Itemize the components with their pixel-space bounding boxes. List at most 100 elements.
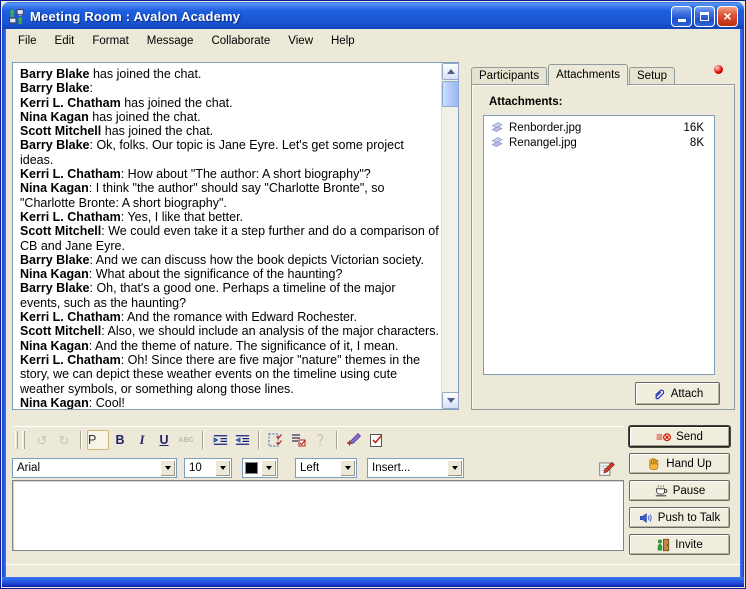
alignment-select[interactable]: Left [295,458,357,478]
italic-button[interactable]: I [131,430,153,450]
message-input[interactable] [12,480,624,551]
scroll-up-button[interactable] [442,63,459,80]
person-door-icon [656,538,670,552]
chat-sender: Nina Kagan [20,267,89,281]
tab[interactable]: Participants [471,67,547,85]
list-check-button[interactable] [287,430,309,450]
chat-message: Scott Mitchell: We could even take it a … [20,224,439,253]
tab[interactable]: Setup [629,67,675,85]
text-style-button[interactable]: ABC [175,430,197,450]
insert-value: Insert... [368,462,446,474]
attach-button[interactable]: Attach [635,382,720,405]
chat-sender: Barry Blake [20,81,90,95]
meeting-room-window: Meeting Room : Avalon Academy × FileEdit… [0,0,746,589]
dropdown-button[interactable] [160,460,175,476]
chat-sender: Scott Mitchell [20,324,101,338]
tab[interactable]: Attachments [548,64,628,86]
menu-item[interactable]: Message [138,33,203,49]
add-pen-icon [346,432,362,448]
chat-sender: Kerri L. Chatham [20,210,121,224]
attachment-name: Renborder.jpg [509,122,684,134]
close-button[interactable]: × [717,6,738,27]
paperclip-icon [652,387,666,401]
maximize-icon [700,12,709,21]
invite-button[interactable]: Invite [629,534,730,555]
titlebar: Meeting Room : Avalon Academy × [2,2,744,30]
undo-button[interactable]: ↺ [31,430,53,450]
meeting-room-app-icon [8,8,25,25]
hand-up-button[interactable]: Hand Up [629,453,730,474]
chat-text: has joined the chat. [89,110,201,124]
list-check-icon [290,432,306,448]
insert-select[interactable]: Insert... [367,458,464,478]
dropdown-button[interactable] [215,460,230,476]
chat-sender: Barry Blake [20,67,90,81]
select-check-button[interactable] [265,430,287,450]
chat-message: Scott Mitchell has joined the chat. [20,124,439,138]
toolbar-grip-2[interactable] [22,431,25,449]
arrow-down-icon [447,398,455,403]
menu-item[interactable]: File [9,33,46,49]
indent-button[interactable] [209,430,231,450]
chat-sender: Kerri L. Chatham [20,167,121,181]
chat-sender: Kerri L. Chatham [20,353,121,367]
font-family-select[interactable]: Arial [12,458,177,478]
chat-text: : How about "The author: A short biograp… [121,167,371,181]
color-swatch [245,462,258,474]
scrollbar-thumb[interactable] [442,81,459,107]
scroll-down-button[interactable] [442,392,459,409]
menu-item[interactable]: Collaborate [202,33,279,49]
dropdown-button[interactable] [447,460,462,476]
menu-item[interactable]: Format [83,33,137,49]
outdent-button[interactable] [231,430,253,450]
chevron-down-icon [345,466,351,470]
redo-button[interactable]: ↻ [53,430,75,450]
chevron-down-icon [452,466,458,470]
plain-style-button[interactable]: P [87,430,109,450]
chat-sender: Barry Blake [20,138,90,152]
window-border-right [740,29,744,587]
add-annotation-button[interactable] [343,430,365,450]
toolbar-separator [336,431,338,449]
menu-item[interactable]: Help [322,33,364,49]
chat-text: has joined the chat. [90,67,202,81]
chat-message: Nina Kagan: Cool! [20,396,439,409]
dropdown-button[interactable] [261,460,276,476]
attachment-item[interactable]: Renborder.jpg 16K [484,120,714,135]
menu-item[interactable]: Edit [46,33,84,49]
chat-message: Barry Blake: Oh, that's a good one. Perh… [20,281,439,310]
pause-button-label: Pause [673,485,706,497]
chat-message: Kerri L. Chatham: Yes, I like that bette… [20,210,439,224]
chat-message: Kerri L. Chatham: And the romance with E… [20,310,439,324]
chevron-down-icon [220,466,226,470]
underline-button[interactable]: U [153,430,175,450]
file-icon [490,136,504,149]
chat-scrollbar[interactable] [441,63,458,409]
font-size-select[interactable]: 10 [184,458,232,478]
status-bar [6,564,740,577]
hand-icon [647,457,661,471]
attachment-size: 8K [690,137,704,149]
dropdown-button[interactable] [340,460,355,476]
minimize-button[interactable] [671,6,692,27]
push-to-talk-button[interactable]: Push to Talk [629,507,730,528]
bold-button[interactable]: B [109,430,131,450]
message-input-area [12,480,624,551]
attachment-item[interactable]: Renangel.jpg 8K [484,135,714,150]
chat-sender: Nina Kagan [20,339,89,353]
chat-message: Kerri L. Chatham: How about "The author:… [20,167,439,181]
edit-note-button[interactable] [598,459,616,477]
attachments-list[interactable]: Renborder.jpg 16K Renangel.jpg 8K [483,115,715,375]
toolbar-grip[interactable] [15,431,18,449]
client-area: FileEditFormatMessageCollaborateViewHelp… [6,29,740,577]
maximize-button[interactable] [694,6,715,27]
close-icon: × [723,9,731,23]
pause-button[interactable]: Pause [629,480,730,501]
font-color-select[interactable] [242,458,278,478]
file-icon [490,121,504,134]
spell-check-button[interactable] [365,430,387,450]
chat-text: : And the theme of nature. The significa… [89,339,399,353]
disabled-tool-button[interactable] [309,430,331,450]
menu-item[interactable]: View [279,33,322,49]
send-button[interactable]: ≡⊗ Send [629,426,730,447]
